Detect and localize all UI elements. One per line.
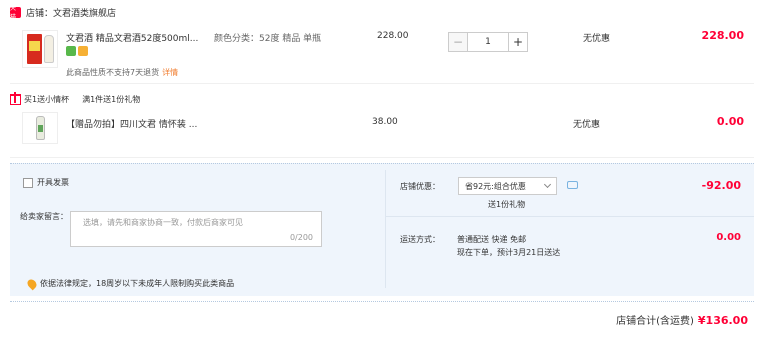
store-coupon-label: 店铺优惠： [400,182,440,191]
store-coupon-select[interactable]: 省92元:组合优惠 [458,177,557,195]
store-total-amount: ¥136.00 [697,314,748,327]
gift-subtotal: 0.00 [716,115,744,128]
product-title[interactable]: 文君酒 精品文君酒52度500ml... [66,31,206,44]
card-payment-icon [78,46,88,56]
coupon-gift-note: 送1份礼物 [488,200,526,209]
no-return-text: 此商品性质不支持7天退货 [66,68,160,77]
shipping-method: 普通配送 快递 免邮 [457,235,527,244]
chat-icon[interactable] [567,181,578,189]
gift-icon [10,92,21,105]
legal-notice-text: 依据法律规定，18周岁以下未成年人限制购买此类商品 [40,279,235,288]
gift-promo-rule: 满1件送1份礼物 [82,95,141,104]
tmall-badge-icon: 天猫 [10,5,21,21]
product-attributes: 颜色分类：52度 精品 单瓶 [214,34,322,44]
message-input[interactable]: 选填，请先和商家协商一致，付款后商家可见 0/200 [70,211,322,247]
cart-item: 文君酒 精品文君酒52度500ml... 颜色分类：52度 精品 单瓶 228.… [10,24,754,84]
shop-header: 天猫 店铺：文君酒类旗舰店 [10,4,116,21]
store-coupon-value: 省92元:组合优惠 [465,181,526,191]
message-label: 给卖家留言： [20,212,68,221]
service-icons [66,46,88,56]
item-subtotal: 228.00 [701,29,744,42]
divider [386,216,754,217]
quantity-stepper: − 1 + [448,32,528,52]
gift-image[interactable] [22,112,58,144]
detail-link[interactable]: 详情 [162,68,178,77]
no-return-notice: 此商品性质不支持7天退货 详情 [66,67,178,78]
store-total-row: 店铺合计(含运费) ¥136.00 [10,301,754,333]
unit-price: 228.00 [377,31,409,41]
gift-item: 【赠品勿拍】四川文君 情怀装 ... 38.00 无优惠 0.00 [10,108,754,158]
service-badge-icon [66,46,76,56]
gift-discount: 无优惠 [573,120,601,130]
coupon-amount: -92.00 [701,179,741,192]
location-pin-icon [25,277,39,290]
gift-title[interactable]: 【赠品勿拍】四川文君 情怀装 ... [66,117,197,130]
gift-promo-title: 买1送小情杯 [24,95,70,104]
shop-name[interactable]: 店铺：文君酒类旗舰店 [26,6,116,19]
shipping-fee: 0.00 [716,232,741,243]
order-options-panel: 开具发票 给卖家留言： 选填，请先和商家协商一致，付款后商家可见 0/200 依… [10,163,754,296]
product-image[interactable] [22,30,58,68]
shipping-label: 运送方式： [400,235,440,244]
invoice-checkbox[interactable] [23,177,33,188]
gift-price: 38.00 [372,117,398,127]
decrease-quantity-button[interactable]: − [448,32,468,52]
legal-notice: 依据法律规定，18周岁以下未成年人限制购买此类商品 [25,277,235,290]
message-char-count: 0/200 [289,233,313,242]
invoice-option[interactable]: 开具发票 [23,177,69,188]
gift-promo: 买1送小情杯 满1件送1份礼物 [10,92,141,105]
shipping-eta: 现在下单，预计3月21日送达 [457,248,561,257]
message-placeholder: 选填，请先和商家协商一致，付款后商家可见 [83,218,243,227]
increase-quantity-button[interactable]: + [508,32,528,52]
product-box-label-shape [29,41,40,51]
divider [385,170,386,288]
quantity-input[interactable]: 1 [468,32,508,52]
gift-label-shape [38,125,43,132]
product-bottle-shape [44,35,54,63]
chevron-down-icon [543,180,552,189]
store-total-label: 店铺合计(含运费) [616,316,694,327]
invoice-label: 开具发票 [37,178,69,187]
item-discount: 无优惠 [583,34,611,44]
